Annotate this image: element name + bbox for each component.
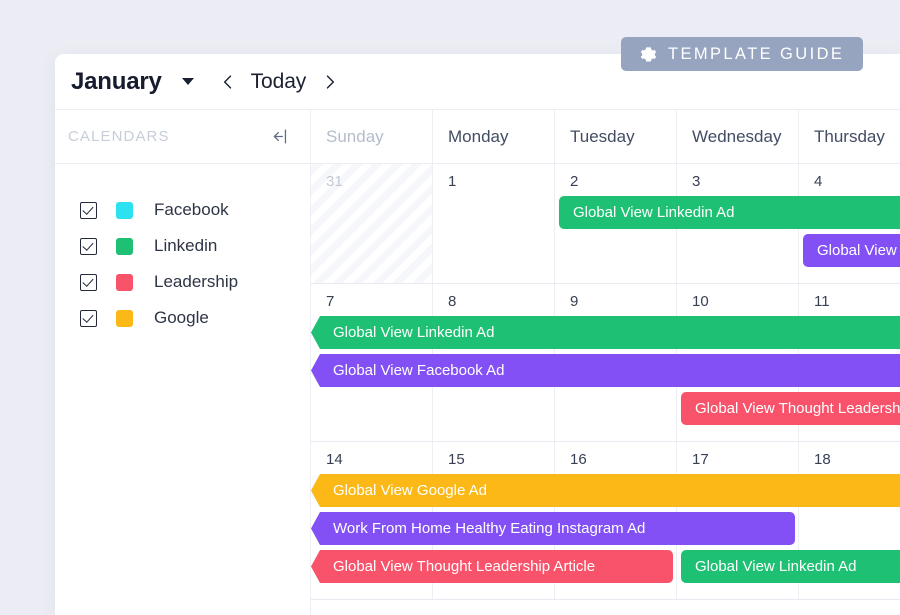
collapse-sidebar-icon[interactable] [270, 126, 292, 148]
day-of-week-header: Thursday [799, 110, 900, 163]
calendar-filter-item[interactable]: Leadership [55, 264, 310, 300]
event-line: Global View Thought Leadership Article Gl… [311, 550, 900, 588]
calendar-color-swatch [116, 237, 133, 255]
day-number: 31 [326, 173, 343, 190]
day-number: 15 [448, 451, 465, 468]
event-line: Global View Linkedin Ad [311, 316, 900, 354]
calendar-weeks: 31123456Global View Linkedin AdGlobal Vi… [311, 164, 900, 600]
calendar-checkbox[interactable] [80, 237, 97, 255]
day-cell[interactable]: 31 [311, 164, 433, 283]
calendar-event[interactable]: Global View Google Ad [311, 474, 900, 507]
day-number: 14 [326, 451, 343, 468]
calendar-label: Linkedin [154, 236, 218, 255]
calendar-event[interactable]: Global View Linkedin Ad [311, 316, 900, 349]
event-line: Global View Google Ad [311, 474, 900, 512]
chevron-left-icon[interactable] [217, 71, 239, 93]
calendar-event[interactable]: Global View Linkedin Ad [559, 196, 900, 229]
calendar-grid-area: SundayMondayTuesdayWednesdayThursdayFrid… [311, 110, 900, 615]
sidebar: CALENDARS Facebook Linkedin Leadership Goog… [55, 110, 311, 615]
calendar-filter-item[interactable]: Facebook [55, 192, 310, 228]
day-of-week-header: Tuesday [555, 110, 677, 163]
calendar-label: Leadership [154, 272, 239, 291]
calendar-checkbox[interactable] [80, 309, 97, 327]
calendar-checkbox[interactable] [80, 201, 97, 219]
day-of-week-header-row: SundayMondayTuesdayWednesdayThursdayFrid… [311, 110, 900, 164]
day-of-week-header: Monday [433, 110, 555, 163]
calendar-label: Facebook [154, 200, 229, 219]
calendar-color-swatch [116, 201, 133, 219]
calendar-event[interactable]: Global View Thought Leadership Article [311, 550, 673, 583]
chevron-right-icon[interactable] [319, 71, 341, 93]
template-guide-badge[interactable]: TEMPLATE GUIDE [621, 37, 864, 71]
day-number: 1 [448, 173, 457, 190]
day-number: 16 [570, 451, 587, 468]
calendar-body: CALENDARS Facebook Linkedin Leadership Goog… [55, 110, 900, 615]
page-title: January [71, 67, 162, 95]
calendar-color-swatch [116, 309, 133, 327]
calendar-week-row: 31123456Global View Linkedin AdGlobal Vi… [311, 164, 900, 284]
day-number: 11 [814, 293, 830, 310]
event-line: Global View Facebook Ad [311, 354, 900, 392]
day-number: 2 [570, 173, 579, 190]
calendar-filter-list: Facebook Linkedin Leadership Google [55, 164, 310, 336]
day-number: 10 [692, 293, 709, 310]
calendar-filter-item[interactable]: Linkedin [55, 228, 310, 264]
calendar-event[interactable]: Global View Facebook Ad [803, 234, 900, 267]
today-button[interactable]: Today [251, 70, 307, 94]
day-cell[interactable]: 1 [433, 164, 555, 283]
calendar-checkbox[interactable] [80, 273, 97, 291]
calendar-event[interactable]: Global View Linkedin Ad [681, 550, 900, 583]
gear-icon [640, 46, 657, 63]
calendar-color-swatch [116, 273, 133, 291]
calendar-week-row: 78910111213Global View Linkedin AdGlobal… [311, 284, 900, 442]
calendar-filter-item[interactable]: Google [55, 300, 310, 336]
calendar-app-card: January Today CALENDARS Facebook Linkedi… [55, 54, 900, 615]
template-guide-label: TEMPLATE GUIDE [668, 44, 845, 63]
calendar-week-row: 14151617181920Global View Google AdWork … [311, 442, 900, 600]
calendar-grid: SundayMondayTuesdayWednesdayThursdayFrid… [311, 110, 900, 600]
calendar-event[interactable]: Global View Thought Leadership Article [681, 392, 900, 425]
day-of-week-header: Sunday [311, 110, 433, 163]
day-number: 9 [570, 293, 579, 310]
day-number: 8 [448, 293, 457, 310]
day-of-week-header: Wednesday [677, 110, 799, 163]
calendar-event[interactable]: Work From Home Healthy Eating Instagram … [311, 512, 795, 545]
calendar-label: Google [154, 308, 209, 327]
day-number: 17 [692, 451, 709, 468]
day-number: 4 [814, 173, 823, 190]
day-number: 7 [326, 293, 335, 310]
day-number: 18 [814, 451, 831, 468]
chevron-down-icon[interactable] [181, 78, 194, 85]
calendar-event[interactable]: Global View Facebook Ad [311, 354, 900, 387]
sidebar-header: CALENDARS [55, 110, 310, 164]
sidebar-title: CALENDARS [68, 128, 170, 145]
day-number: 3 [692, 173, 701, 190]
